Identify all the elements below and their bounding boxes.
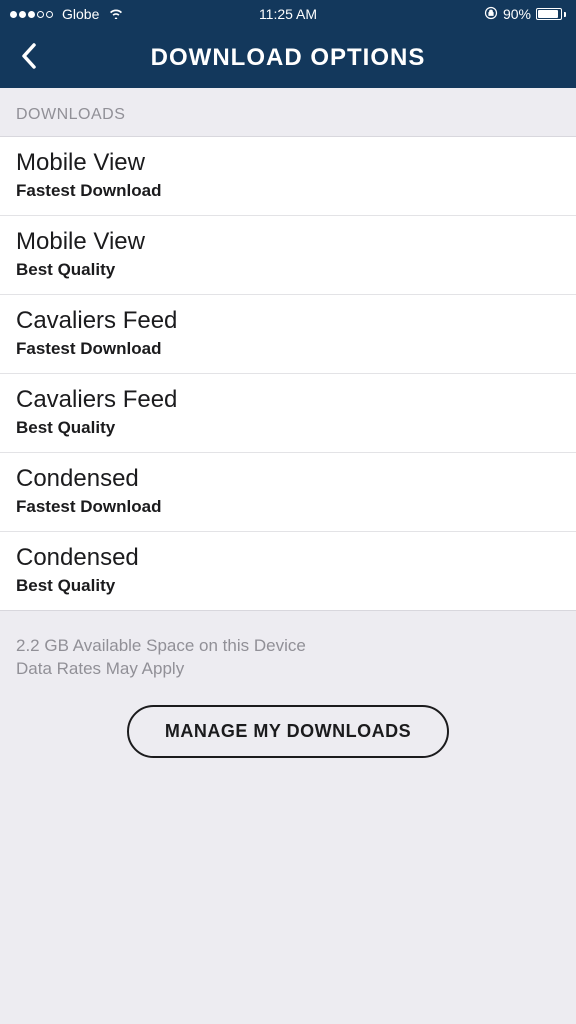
data-rates-label: Data Rates May Apply <box>16 658 560 681</box>
item-subtitle: Best Quality <box>16 418 560 438</box>
carrier-label: Globe <box>62 6 99 22</box>
battery-percent: 90% <box>503 6 531 22</box>
item-title: Cavaliers Feed <box>16 386 560 414</box>
item-subtitle: Fastest Download <box>16 497 560 517</box>
page-title: DOWNLOAD OPTIONS <box>15 44 561 72</box>
battery-icon <box>536 8 566 20</box>
footer-section: 2.2 GB Available Space on this Device Da… <box>0 611 576 782</box>
status-bar: Globe 11:25 AM 90% <box>0 0 576 28</box>
list-item[interactable]: Cavaliers Feed Best Quality <box>0 374 576 453</box>
list-item[interactable]: Mobile View Best Quality <box>0 216 576 295</box>
item-subtitle: Fastest Download <box>16 181 560 201</box>
item-title: Condensed <box>16 465 560 493</box>
wifi-icon <box>108 6 124 22</box>
list-item[interactable]: Mobile View Fastest Download <box>0 137 576 216</box>
status-right: 90% <box>484 6 566 23</box>
nav-bar: DOWNLOAD OPTIONS <box>0 28 576 88</box>
item-subtitle: Best Quality <box>16 576 560 596</box>
status-time: 11:25 AM <box>259 6 317 22</box>
signal-strength-icon <box>10 11 53 18</box>
item-title: Mobile View <box>16 149 560 177</box>
status-left: Globe <box>10 6 124 22</box>
list-item[interactable]: Condensed Best Quality <box>0 532 576 611</box>
list-item[interactable]: Condensed Fastest Download <box>0 453 576 532</box>
item-title: Cavaliers Feed <box>16 307 560 335</box>
download-options-list: Mobile View Fastest Download Mobile View… <box>0 137 576 611</box>
list-item[interactable]: Cavaliers Feed Fastest Download <box>0 295 576 374</box>
section-header-downloads: DOWNLOADS <box>0 88 576 137</box>
available-space-label: 2.2 GB Available Space on this Device <box>16 635 560 658</box>
chevron-left-icon <box>20 41 38 71</box>
item-title: Condensed <box>16 544 560 572</box>
manage-downloads-button[interactable]: MANAGE MY DOWNLOADS <box>127 705 449 758</box>
item-title: Mobile View <box>16 228 560 256</box>
orientation-lock-icon <box>484 6 498 23</box>
back-button[interactable] <box>20 41 38 76</box>
item-subtitle: Fastest Download <box>16 339 560 359</box>
item-subtitle: Best Quality <box>16 260 560 280</box>
